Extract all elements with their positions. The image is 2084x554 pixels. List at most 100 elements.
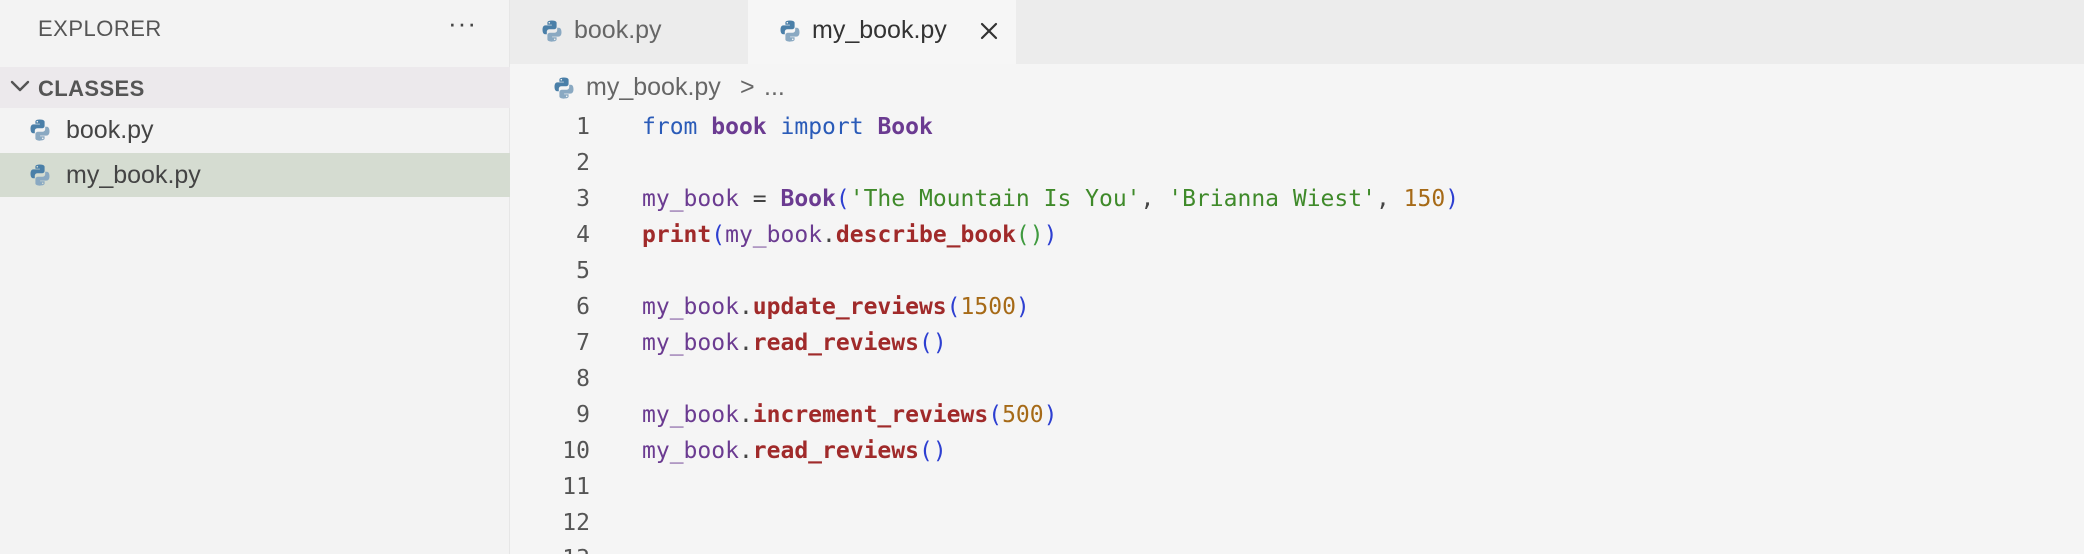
token: 500 — [1002, 402, 1044, 428]
token: Book — [877, 114, 933, 140]
code-line: 8 — [510, 360, 2084, 396]
line-number: 12 — [562, 510, 590, 536]
line-number: 9 — [576, 402, 590, 428]
token: ( — [835, 186, 850, 212]
line-number: 7 — [576, 330, 590, 356]
editor-tab-bar: book.py my_book.py — [510, 0, 2084, 64]
breadcrumb-more[interactable]: ... — [764, 73, 785, 102]
code-line: 9 my_book.increment_reviews(500) — [510, 396, 2084, 432]
token: my_book — [725, 222, 823, 248]
token: ) — [1043, 402, 1058, 428]
token: print — [642, 222, 712, 248]
folder-section-classes[interactable]: CLASSES — [0, 67, 510, 108]
explorer-sidebar: EXPLORER ··· CLASSES book.py my_book.py — [0, 0, 510, 554]
more-actions-button[interactable]: ··· — [448, 8, 477, 39]
code-text: my_book.update_reviews(1500) — [642, 294, 1030, 320]
token: . — [822, 222, 836, 248]
code-text: my_book.read_reviews() — [642, 438, 947, 464]
token: Book — [780, 186, 836, 212]
line-number: 4 — [576, 222, 590, 248]
line-number: 13 — [510, 546, 590, 554]
file-item-my-book-py[interactable]: my_book.py — [0, 153, 510, 197]
token: my_book — [642, 402, 739, 428]
line-number: 11 — [562, 474, 590, 500]
python-icon — [778, 19, 802, 43]
code-text: my_book.read_reviews() — [642, 330, 947, 356]
line-number: 3 — [576, 186, 590, 212]
token: = — [738, 186, 781, 212]
python-icon — [552, 76, 576, 100]
close-icon[interactable] — [976, 18, 1002, 44]
code-line: 1 from book import Book — [510, 108, 2084, 144]
token: () — [1015, 222, 1044, 248]
token: from — [642, 114, 698, 140]
token: 1500 — [960, 294, 1016, 320]
code-line: 4 print(my_book.describe_book()) — [510, 216, 2084, 252]
code-line: 11 — [510, 468, 2084, 504]
token: , — [1140, 186, 1169, 212]
token: book — [711, 114, 767, 140]
token: ) — [1015, 294, 1030, 320]
code-line: 6 my_book.update_reviews(1500) — [510, 288, 2084, 324]
line-number: 5 — [576, 258, 590, 284]
file-name: my_book.py — [66, 161, 201, 189]
tab-book-py[interactable]: book.py — [510, 0, 748, 64]
token: read_reviews — [752, 330, 919, 356]
python-icon — [540, 19, 564, 43]
breadcrumb-separator: > — [740, 73, 755, 101]
token: ( — [946, 294, 961, 320]
file-name: book.py — [66, 116, 154, 144]
token: . — [738, 294, 753, 320]
code-line: 5 — [510, 252, 2084, 288]
token: increment_reviews — [752, 402, 989, 428]
line-number: 6 — [576, 294, 590, 320]
code-text: from book import Book — [642, 114, 933, 140]
line-number: 1 — [576, 114, 590, 140]
line-number: 10 — [562, 438, 590, 464]
token: update_reviews — [752, 294, 947, 320]
token: read_reviews — [752, 438, 919, 464]
token: my_book — [642, 330, 739, 356]
token: . — [738, 438, 753, 464]
token: 150 — [1403, 186, 1446, 212]
token: my_book — [642, 294, 739, 320]
code-line: 10 my_book.read_reviews() — [510, 432, 2084, 468]
code-line: 12 — [510, 504, 2084, 540]
vscode-window: EXPLORER ··· CLASSES book.py my_book.py … — [0, 0, 2084, 554]
token: import — [780, 114, 864, 140]
token: ( — [711, 222, 726, 248]
code-editor[interactable]: 1 from book import Book 2 3 my_book = Bo… — [510, 108, 2084, 554]
code-line: 13 — [510, 540, 2084, 554]
python-icon — [28, 163, 52, 187]
line-number: 8 — [576, 366, 590, 392]
token: ( — [988, 402, 1003, 428]
token: . — [738, 330, 753, 356]
token: 'Brianna Wiest' — [1168, 186, 1376, 212]
tab-label: book.py — [574, 16, 662, 44]
code-line: 3 my_book = Book('The Mountain Is You', … — [510, 180, 2084, 216]
code-line: 2 — [510, 144, 2084, 180]
folder-label: CLASSES — [38, 76, 145, 101]
token: 'The Mountain Is You' — [849, 186, 1141, 212]
code-text: print(my_book.describe_book()) — [642, 222, 1057, 248]
chevron-down-icon — [10, 80, 30, 92]
code-text: my_book.increment_reviews(500) — [642, 402, 1057, 428]
python-icon — [28, 118, 52, 142]
code-line: 7 my_book.read_reviews() — [510, 324, 2084, 360]
token: . — [738, 402, 753, 428]
token: describe_book — [835, 222, 1016, 248]
tab-my-book-py[interactable]: my_book.py — [748, 0, 1016, 64]
token: , — [1375, 186, 1404, 212]
token: my_book — [642, 438, 739, 464]
breadcrumb-file[interactable]: my_book.py — [586, 73, 721, 102]
line-number: 2 — [576, 150, 590, 176]
token: my_book — [642, 186, 739, 212]
code-text: my_book = Book('The Mountain Is You', 'B… — [642, 186, 1459, 212]
token: ) — [1445, 186, 1460, 212]
token: () — [918, 438, 947, 464]
token: ) — [1043, 222, 1058, 248]
tab-label: my_book.py — [812, 16, 947, 44]
explorer-title: EXPLORER — [38, 16, 162, 41]
file-item-book-py[interactable]: book.py — [0, 108, 510, 152]
token: () — [918, 330, 947, 356]
